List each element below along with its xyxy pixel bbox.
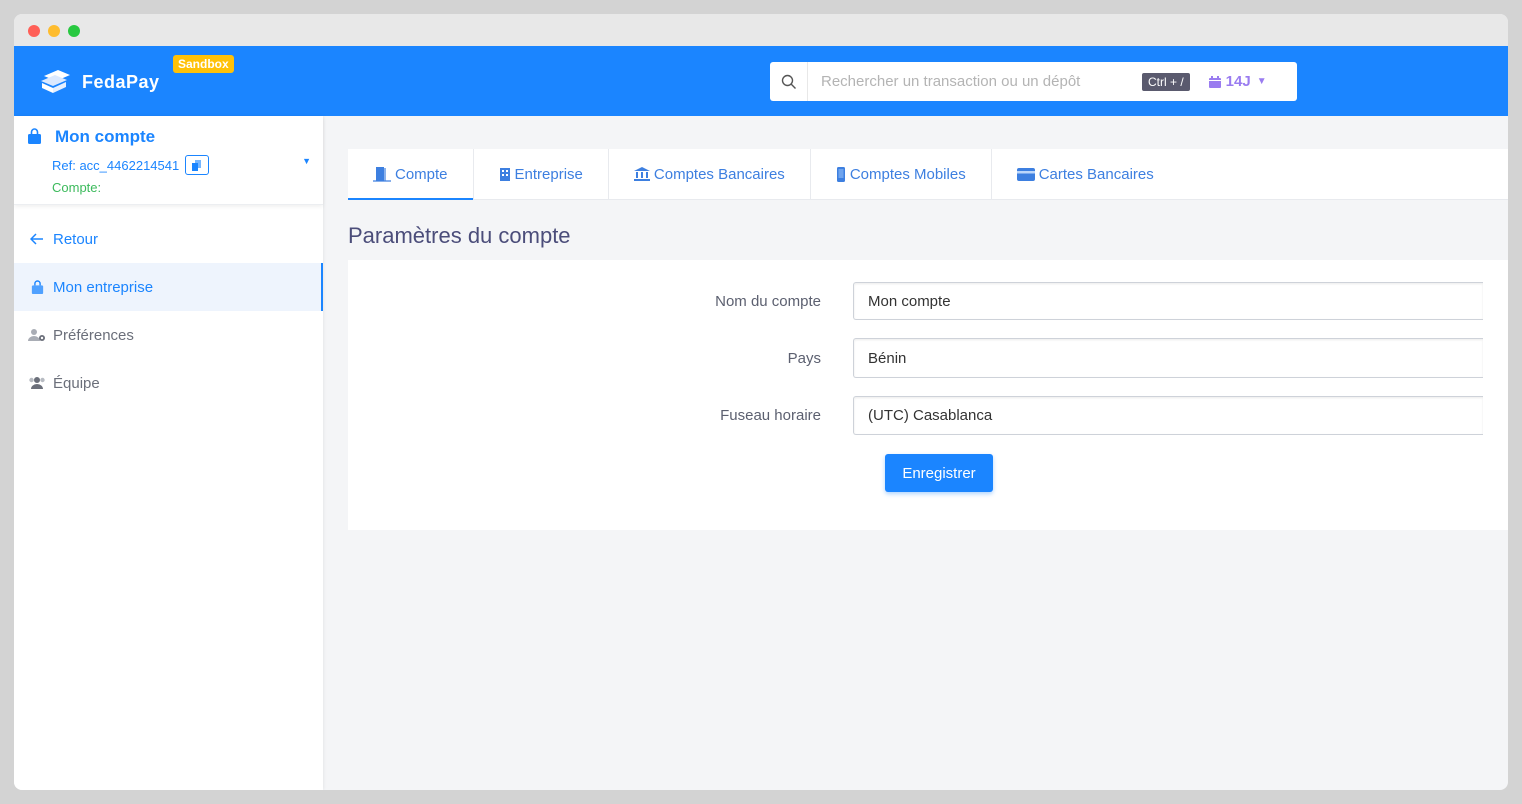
account-name-field[interactable]: Mon compte (853, 282, 1483, 320)
tab-bank-cards[interactable]: Cartes Bancaires (992, 149, 1179, 199)
search-icon[interactable] (770, 62, 808, 101)
account-name: Mon compte (55, 127, 156, 146)
shopping-bag-icon (27, 128, 42, 150)
sidebar-item-company[interactable]: Mon entreprise (14, 263, 323, 311)
account-ref: Ref: acc_4462214541 (52, 155, 210, 175)
sidebar-item-team[interactable]: Équipe (14, 359, 323, 407)
tab-label: Compte (395, 165, 448, 183)
tab-label: Entreprise (514, 165, 583, 183)
account-settings-form: Nom du compte Mon compte Pays Bénin Fuse… (348, 260, 1508, 530)
sidebar-item-back[interactable]: Retour (14, 215, 323, 263)
chevron-down-icon[interactable]: ▼ (302, 156, 311, 166)
timezone-select[interactable]: (UTC) Casablanca (853, 396, 1483, 435)
sidebar: Mon compte Ref: acc_4462214541 Compte: ▼ (14, 116, 323, 790)
top-navbar: FedaPay Sandbox Ctrl + / (14, 46, 1508, 116)
page-title: Paramètres du compte (348, 223, 571, 248)
brand-name: FedaPay (82, 72, 160, 92)
tab-company[interactable]: Entreprise (474, 149, 609, 199)
search-shortcut-badge: Ctrl + / (1142, 72, 1190, 91)
app-window: FedaPay Sandbox Ctrl + / (14, 14, 1508, 790)
tab-label: Comptes Bancaires (653, 165, 785, 183)
timezone-label: Fuseau horaire (720, 407, 821, 424)
account-type: Compte: (52, 180, 102, 195)
building-icon (499, 167, 511, 181)
shopping-bag-icon (28, 279, 46, 295)
sandbox-badge: Sandbox (173, 55, 234, 73)
arrow-left-icon (28, 233, 46, 245)
sidebar-item-label: Retour (53, 230, 99, 248)
chevron-down-icon: ▼ (1256, 76, 1267, 87)
fedapay-logo-icon (38, 66, 74, 99)
global-search: Ctrl + / 14J ▼ (770, 62, 1297, 101)
main-content: Compte Entreprise Comptes Bancaires Comp… (348, 149, 1508, 530)
user-settings-icon (28, 328, 46, 342)
tab-label: Comptes Mobiles (849, 165, 966, 183)
brand-logo[interactable]: FedaPay (38, 66, 160, 99)
sidebar-item-preferences[interactable]: Préférences (14, 311, 323, 359)
mobile-phone-icon (836, 166, 846, 182)
tab-label: Cartes Bancaires (1038, 165, 1154, 183)
sidebar-item-label: Équipe (53, 374, 100, 392)
copy-ref-button[interactable] (185, 155, 210, 175)
users-icon (28, 376, 46, 390)
tab-mobile-accounts[interactable]: Comptes Mobiles (811, 149, 992, 199)
form-row-account-name: Nom du compte Mon compte (348, 282, 1483, 320)
settings-tabs: Compte Entreprise Comptes Bancaires Comp… (348, 149, 1508, 200)
account-name-label: Nom du compte (715, 292, 821, 310)
save-button[interactable]: Enregistrer (885, 454, 993, 492)
account-switcher[interactable]: Mon compte Ref: acc_4462214541 Compte: ▼ (14, 116, 323, 205)
door-icon (373, 166, 391, 182)
bank-icon (633, 167, 650, 181)
form-row-country: Pays Bénin (348, 338, 1483, 378)
country-select[interactable]: Bénin (853, 338, 1483, 378)
account-ref-text: Ref: acc_4462214541 (52, 157, 180, 173)
search-input[interactable] (808, 63, 1138, 100)
copy-icon (192, 159, 202, 171)
calendar-icon (1208, 75, 1222, 89)
form-row-timezone: Fuseau horaire (UTC) Casablanca (348, 396, 1483, 435)
sidebar-nav: Retour Mon entreprise Préférences Équipe (14, 215, 323, 407)
sidebar-item-label: Préférences (53, 326, 134, 344)
window-titlebar (14, 14, 1508, 46)
close-window-button[interactable] (28, 25, 40, 37)
period-dropdown[interactable]: 14J ▼ (1208, 73, 1267, 90)
minimize-window-button[interactable] (48, 25, 60, 37)
tab-account[interactable]: Compte (348, 149, 474, 200)
period-label: 14J (1225, 73, 1251, 90)
country-label: Pays (787, 349, 821, 367)
credit-card-icon (1016, 167, 1035, 181)
tab-bank-accounts[interactable]: Comptes Bancaires (609, 149, 811, 199)
maximize-window-button[interactable] (68, 25, 80, 37)
sidebar-item-label: Mon entreprise (53, 278, 154, 296)
